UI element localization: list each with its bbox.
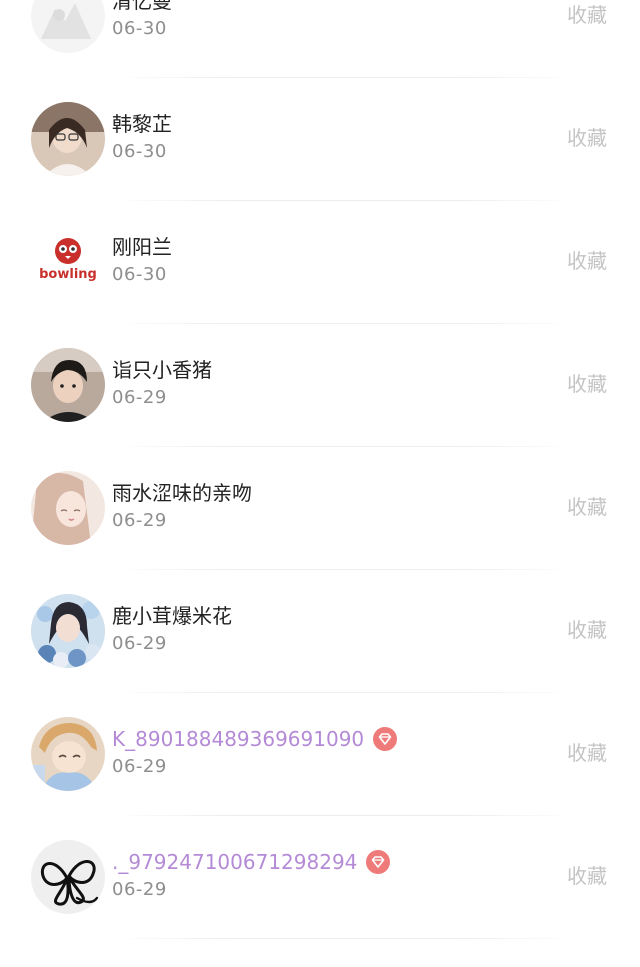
date-label: 06-29: [112, 756, 167, 777]
user-name-text: 刚阳兰: [112, 235, 172, 259]
favorite-button[interactable]: 收藏: [567, 617, 607, 643]
avatar[interactable]: [31, 0, 105, 53]
favorite-button[interactable]: 收藏: [567, 248, 607, 274]
user-name[interactable]: ._979247100671298294: [112, 849, 391, 875]
date-label: 06-29: [112, 633, 167, 654]
diamond-badge-icon: [373, 727, 398, 751]
list-item[interactable]: 雨水涩味的亲吻 06-29 收藏: [0, 447, 640, 570]
list-item[interactable]: 清忆曼 06-30 收藏: [0, 0, 640, 78]
user-name[interactable]: 韩黎芷: [112, 111, 172, 137]
avatar[interactable]: [31, 102, 105, 176]
user-name-text: ._979247100671298294: [112, 850, 358, 874]
user-name[interactable]: 诣只小香猪: [112, 357, 212, 383]
user-name[interactable]: 雨水涩味的亲吻: [112, 480, 252, 506]
user-name-text: 雨水涩味的亲吻: [112, 481, 252, 505]
avatar[interactable]: [31, 594, 105, 668]
user-list: 清忆曼 06-30 收藏 韩黎芷 06-30 收藏 bowling 刚阳兰 06…: [0, 0, 640, 939]
date-label: 06-29: [112, 879, 167, 900]
favorite-button[interactable]: 收藏: [567, 863, 607, 889]
user-name-text: K_890188489369691090: [112, 727, 365, 751]
avatar[interactable]: [31, 471, 105, 545]
user-name[interactable]: K_890188489369691090: [112, 726, 398, 752]
avatar[interactable]: [31, 717, 105, 791]
avatar[interactable]: bowling: [31, 225, 105, 299]
date-label: 06-30: [112, 141, 167, 162]
list-item[interactable]: 韩黎芷 06-30 收藏: [0, 78, 640, 201]
user-name[interactable]: 鹿小茸爆米花: [112, 603, 232, 629]
user-name[interactable]: 清忆曼: [112, 0, 172, 14]
user-name[interactable]: 刚阳兰: [112, 234, 172, 260]
favorite-button[interactable]: 收藏: [567, 494, 607, 520]
user-name-text: 鹿小茸爆米花: [112, 604, 232, 628]
date-label: 06-29: [112, 510, 167, 531]
favorite-button[interactable]: 收藏: [567, 125, 607, 151]
favorite-button[interactable]: 收藏: [567, 371, 607, 397]
favorite-button[interactable]: 收藏: [567, 740, 607, 766]
user-name-text: 诣只小香猪: [112, 358, 212, 382]
date-label: 06-29: [112, 387, 167, 408]
avatar[interactable]: [31, 840, 105, 914]
list-item[interactable]: ._979247100671298294 06-29 收藏: [0, 816, 640, 939]
bowling-logo-text: bowling: [39, 267, 97, 282]
date-label: 06-30: [112, 18, 167, 39]
user-name-text: 韩黎芷: [112, 112, 172, 136]
list-item[interactable]: 诣只小香猪 06-29 收藏: [0, 324, 640, 447]
favorite-button[interactable]: 收藏: [567, 2, 607, 28]
date-label: 06-30: [112, 264, 167, 285]
list-item[interactable]: K_890188489369691090 06-29 收藏: [0, 693, 640, 816]
list-item[interactable]: bowling 刚阳兰 06-30 收藏: [0, 201, 640, 324]
diamond-badge-icon: [366, 850, 391, 874]
list-item[interactable]: 鹿小茸爆米花 06-29 收藏: [0, 570, 640, 693]
avatar[interactable]: [31, 348, 105, 422]
user-name-text: 清忆曼: [112, 0, 172, 13]
